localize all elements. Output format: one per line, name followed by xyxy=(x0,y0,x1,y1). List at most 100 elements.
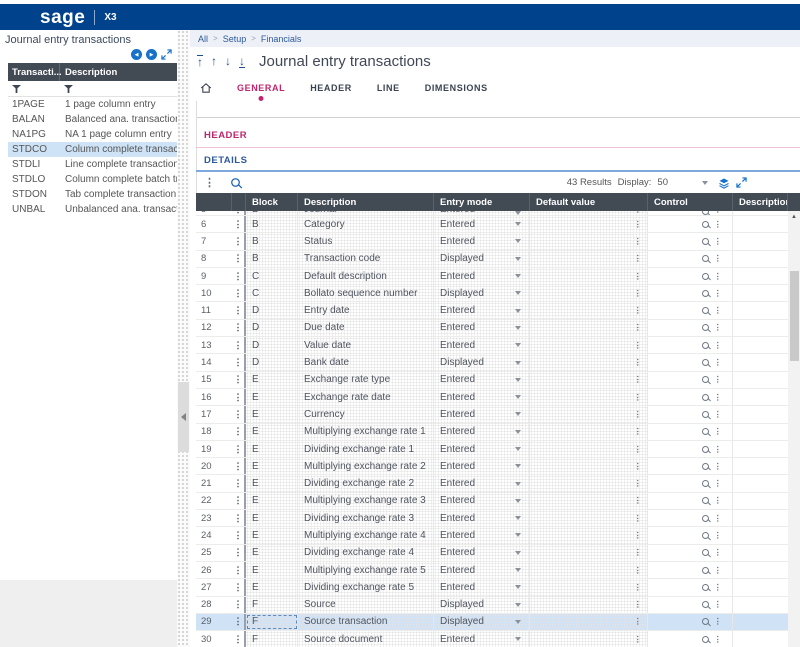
control-cell[interactable]: ⋮ xyxy=(648,285,733,301)
entry-mode-select[interactable]: Entered xyxy=(434,320,530,336)
block-cell[interactable]: F xyxy=(246,631,298,647)
default-value-cell[interactable]: ⋮ xyxy=(530,354,648,370)
column-header-code[interactable]: Transacti... xyxy=(8,63,60,81)
display-value[interactable]: 50 xyxy=(657,177,668,188)
cell-menu-icon[interactable]: ⋮ xyxy=(714,582,723,593)
lookup-icon[interactable] xyxy=(702,255,709,262)
description-cell[interactable]: Due date xyxy=(298,320,434,336)
lookup-icon[interactable] xyxy=(702,601,709,608)
description-cell[interactable]: Bollato sequence number xyxy=(298,285,434,301)
control-cell[interactable]: ⋮ xyxy=(648,268,733,284)
control-cell[interactable]: ⋮ xyxy=(648,372,733,388)
table-scrollbar[interactable]: ▲ xyxy=(788,211,800,647)
table-row[interactable]: 13⋮DValue dateEntered⋮⋮ xyxy=(196,337,788,354)
cell-menu-icon[interactable]: ⋮ xyxy=(634,253,643,264)
row-menu-icon[interactable]: ⋮ xyxy=(232,614,246,630)
row-menu-icon[interactable]: ⋮ xyxy=(232,354,246,370)
default-value-cell[interactable]: ⋮ xyxy=(530,216,648,232)
default-value-cell[interactable]: ⋮ xyxy=(530,389,648,405)
description-cell[interactable]: Multiplying exchange rate 2 xyxy=(298,458,434,474)
default-value-cell[interactable]: ⋮ xyxy=(530,562,648,578)
control-cell[interactable]: ⋮ xyxy=(648,458,733,474)
lookup-icon[interactable] xyxy=(702,359,709,366)
cell-menu-icon[interactable]: ⋮ xyxy=(634,513,643,524)
control-cell[interactable]: ⋮ xyxy=(648,510,733,526)
lookup-icon[interactable] xyxy=(702,618,709,625)
entry-mode-select[interactable]: Entered xyxy=(434,475,530,491)
block-cell[interactable]: B xyxy=(246,216,298,232)
block-cell[interactable]: B xyxy=(246,251,298,267)
chevron-down-icon[interactable] xyxy=(515,533,521,537)
table-row[interactable]: 30⋮FSource documentEntered⋮⋮ xyxy=(196,631,788,647)
chevron-down-icon[interactable] xyxy=(515,343,521,347)
default-value-cell[interactable]: ⋮ xyxy=(530,527,648,543)
row-menu-icon[interactable]: ⋮ xyxy=(232,597,246,613)
cell-menu-icon[interactable]: ⋮ xyxy=(714,426,723,437)
description-cell[interactable]: Multiplying exchange rate 5 xyxy=(298,562,434,578)
description2-cell[interactable] xyxy=(733,597,788,613)
control-cell[interactable]: ⋮ xyxy=(648,302,733,318)
cell-menu-icon[interactable]: ⋮ xyxy=(714,461,723,472)
entry-mode-select[interactable]: Entered xyxy=(434,579,530,595)
row-menu-icon[interactable]: ⋮ xyxy=(232,320,246,336)
lookup-icon[interactable] xyxy=(702,515,709,522)
table-row[interactable]: 7⋮BStatusEntered⋮⋮ xyxy=(196,233,788,250)
chevron-down-icon[interactable] xyxy=(515,447,521,451)
default-value-cell[interactable]: ⋮ xyxy=(530,337,648,353)
default-value-cell[interactable]: ⋮ xyxy=(530,302,648,318)
block-cell[interactable]: E xyxy=(246,441,298,457)
block-cell[interactable]: B xyxy=(246,211,298,215)
lookup-icon[interactable] xyxy=(702,376,709,383)
column-header[interactable] xyxy=(232,193,246,211)
default-value-cell[interactable]: ⋮ xyxy=(530,285,648,301)
cell-menu-icon[interactable]: ⋮ xyxy=(634,495,643,506)
tab-line[interactable]: LINE xyxy=(377,83,400,93)
block-cell[interactable]: B xyxy=(246,233,298,249)
cell-menu-icon[interactable]: ⋮ xyxy=(634,374,643,385)
entry-mode-select[interactable]: Displayed xyxy=(434,251,530,267)
entry-mode-select[interactable]: Entered xyxy=(434,562,530,578)
expand-panel-icon[interactable] xyxy=(161,49,172,60)
description-cell[interactable]: Source transaction xyxy=(298,614,434,630)
panel-splitter[interactable] xyxy=(177,30,190,647)
default-value-cell[interactable]: ⋮ xyxy=(530,251,648,267)
filter-icon[interactable] xyxy=(12,85,21,93)
control-cell[interactable]: ⋮ xyxy=(648,475,733,491)
previous-record-button[interactable]: ◀ xyxy=(131,49,142,60)
cell-menu-icon[interactable]: ⋮ xyxy=(634,478,643,489)
description2-cell[interactable] xyxy=(733,545,788,561)
entry-mode-select[interactable]: Entered xyxy=(434,372,530,388)
description-cell[interactable]: Currency xyxy=(298,406,434,422)
table-row[interactable]: 6⋮BCategoryEntered⋮⋮ xyxy=(196,216,788,233)
cell-menu-icon[interactable]: ⋮ xyxy=(714,357,723,368)
description2-cell[interactable] xyxy=(733,475,788,491)
block-cell[interactable]: D xyxy=(246,337,298,353)
control-cell[interactable]: ⋮ xyxy=(648,424,733,440)
default-value-cell[interactable]: ⋮ xyxy=(530,597,648,613)
block-cell[interactable]: D xyxy=(246,354,298,370)
cell-menu-icon[interactable]: ⋮ xyxy=(714,340,723,351)
description-cell[interactable]: Exchange rate date xyxy=(298,389,434,405)
block-cell[interactable]: F xyxy=(246,597,298,613)
collapse-panel-handle[interactable] xyxy=(178,382,189,452)
column-header[interactable]: Entry mode xyxy=(434,193,530,211)
block-cell[interactable]: E xyxy=(246,527,298,543)
list-item[interactable]: STDCOColumn complete transaction xyxy=(8,142,177,157)
tab-dimensions[interactable]: DIMENSIONS xyxy=(425,83,488,93)
entry-mode-select[interactable]: Entered xyxy=(434,302,530,318)
cell-menu-icon[interactable]: ⋮ xyxy=(634,219,643,230)
row-menu-icon[interactable]: ⋮ xyxy=(232,285,246,301)
description2-cell[interactable] xyxy=(733,493,788,509)
entry-mode-select[interactable]: Entered xyxy=(434,545,530,561)
control-cell[interactable]: ⋮ xyxy=(648,614,733,630)
chevron-down-icon[interactable] xyxy=(515,222,521,226)
cell-menu-icon[interactable]: ⋮ xyxy=(714,565,723,576)
block-cell[interactable]: E xyxy=(246,510,298,526)
description-cell[interactable]: Entry date xyxy=(298,302,434,318)
table-row[interactable]: 21⋮EDividing exchange rate 2Entered⋮⋮ xyxy=(196,475,788,492)
block-cell[interactable]: C xyxy=(246,285,298,301)
entry-mode-select[interactable]: Entered xyxy=(434,458,530,474)
chevron-down-icon[interactable] xyxy=(515,291,521,295)
control-cell[interactable]: ⋮ xyxy=(648,406,733,422)
chevron-down-icon[interactable] xyxy=(515,412,521,416)
